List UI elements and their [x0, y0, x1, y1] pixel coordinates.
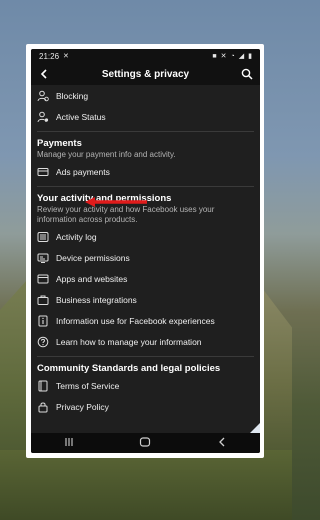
status-time: 21:26 [39, 51, 60, 61]
info-doc-icon [37, 315, 49, 327]
list-item-learn-manage[interactable]: Learn how to manage your information [37, 331, 254, 352]
list-item-label: Active Status [56, 111, 106, 122]
list-item-active-status[interactable]: Active Status [37, 106, 254, 127]
list-item-terms[interactable]: Terms of Service [37, 375, 254, 396]
book-icon [37, 380, 49, 392]
list-item-blocking[interactable]: Blocking [37, 85, 254, 106]
list-item-activity-log[interactable]: Activity log [37, 226, 254, 247]
mute-icon: ✕ [220, 53, 227, 60]
user-status-icon [37, 111, 49, 123]
user-block-icon [37, 90, 49, 102]
list-item-business-integrations[interactable]: Business integrations [37, 289, 254, 310]
list-item-label: Learn how to manage your information [56, 336, 202, 347]
community-section: Community Standards and legal policies T… [37, 356, 254, 417]
list-item-label: Ads payments [56, 166, 110, 177]
section-description: Manage your payment info and activity. [37, 150, 176, 159]
list-item-label: Apps and websites [56, 273, 128, 284]
back-icon[interactable] [37, 67, 51, 81]
list-item-label: Business integrations [56, 294, 137, 305]
camera-icon: ■ [212, 52, 217, 60]
device-icon [37, 252, 49, 264]
search-icon[interactable] [240, 67, 254, 81]
list-item-label: Terms of Service [56, 380, 120, 391]
recent-apps-icon[interactable] [63, 434, 75, 452]
apps-icon [37, 273, 49, 285]
list-icon [37, 231, 49, 243]
briefcase-icon [37, 294, 49, 306]
battery-icon: ▮ [248, 53, 252, 60]
description-line: information across products. [37, 215, 138, 224]
list-item-label: Blocking [56, 90, 89, 101]
home-icon[interactable] [139, 434, 151, 452]
page-title: Settings & privacy [101, 68, 190, 80]
list-item-label: Activity log [56, 231, 97, 242]
app-bar: Settings & privacy [31, 63, 260, 85]
list-item-apps-websites[interactable]: Apps and websites [37, 268, 254, 289]
info-question-icon [37, 336, 49, 348]
section-description: Review your activity and how Facebook us… [37, 205, 254, 225]
card-icon [37, 166, 49, 178]
back-nav-icon[interactable] [216, 434, 228, 452]
list-item-ads-payments[interactable]: Ads payments [37, 161, 254, 182]
activity-section: Your activity and permissions Review you… [37, 186, 254, 352]
list-item-device-permissions[interactable]: Device permissions [37, 247, 254, 268]
list-item-privacy-policy[interactable]: Privacy Policy [37, 396, 254, 417]
missed-call-icon: ✕ [63, 53, 69, 60]
section-title: Payments [37, 138, 82, 149]
wifi-icon: ◔ [230, 52, 235, 60]
phone-screen: 21:26 ✕ ■ ✕ ◔ ◢ ▮ Settings & privacy Blo… [31, 49, 260, 453]
list-item-label: Device permissions [56, 252, 130, 263]
lock-icon [37, 401, 49, 413]
corner-tag [250, 423, 260, 433]
list-item-information-use[interactable]: Information use for Facebook experiences [37, 310, 254, 331]
background-ground [0, 450, 292, 520]
status-bar: 21:26 ✕ ■ ✕ ◔ ◢ ▮ [31, 49, 260, 63]
signal-icon: ◢ [238, 53, 245, 60]
section-title: Community Standards and legal policies [37, 363, 221, 374]
list-item-label: Information use for Facebook experiences [56, 315, 215, 326]
annotation-arrow-icon [85, 197, 147, 207]
payments-section: Payments Manage your payment info and ac… [37, 131, 254, 182]
navigation-bar [31, 433, 260, 453]
list-item-label: Privacy Policy [56, 401, 109, 412]
settings-list: Blocking Active Status Payments Manage y… [31, 85, 260, 417]
